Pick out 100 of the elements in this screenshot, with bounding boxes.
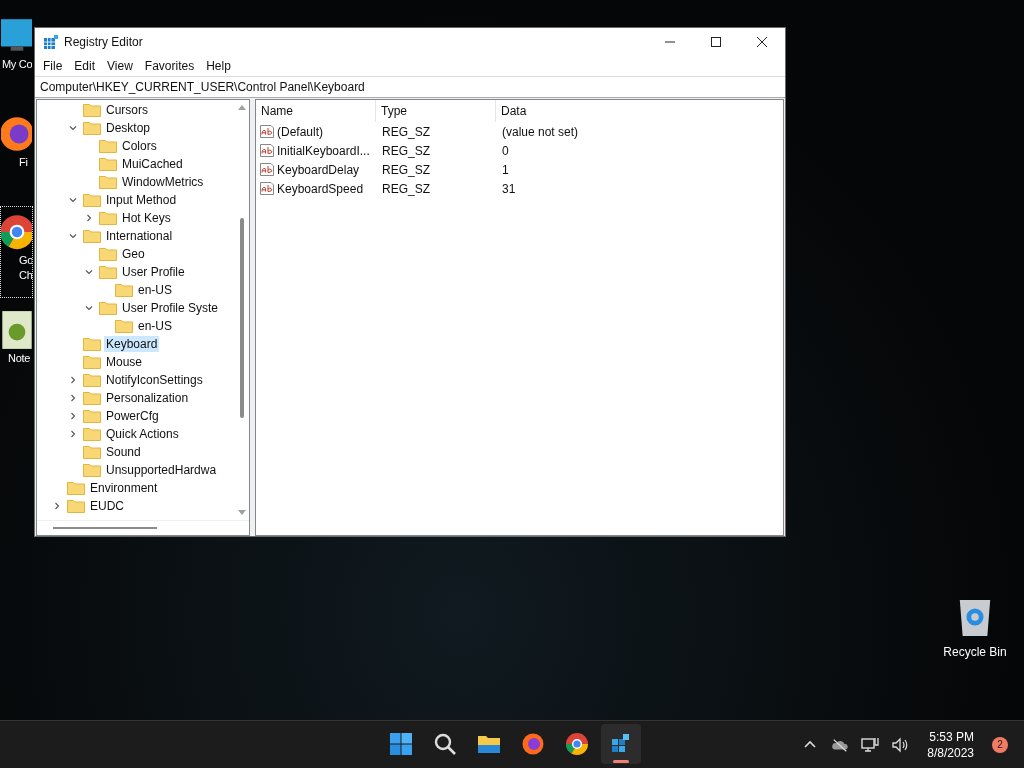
search-icon [433,732,457,756]
tree-item[interactable]: MuiCached [120,156,185,172]
folder-icon [115,283,133,297]
folder-icon [83,193,101,207]
value-name[interactable]: (Default) [277,124,323,139]
folder-icon [83,229,101,243]
tree-item[interactable]: NotifyIconSettings [104,372,205,388]
tree-item[interactable]: Mouse [104,354,145,370]
tree-item[interactable]: Colors [120,138,159,154]
value-name[interactable]: KeyboardSpeed [277,181,364,196]
tree-item[interactable]: WindowMetrics [120,174,206,190]
collapse-chevron-icon[interactable] [69,232,77,240]
folder-icon [99,265,117,279]
notification-count[interactable]: 2 [992,736,1008,753]
desktop-shortcut[interactable]: Note [0,304,33,396]
desktop-shortcut[interactable]: My Co [0,10,33,102]
folder-icon [83,445,101,459]
folder-icon [83,391,101,405]
expand-chevron-icon[interactable] [69,412,77,420]
menu-item[interactable]: Help [200,57,237,75]
tree-item[interactable]: Sound [104,444,143,460]
menu-item[interactable]: Edit [68,57,102,75]
tree-item[interactable]: Personalization [104,390,191,406]
notepad-icon [1,309,32,351]
string-value-icon [260,125,274,138]
folder-icon [83,337,101,351]
column-header[interactable]: Name [256,100,376,122]
address-field[interactable]: Computer\HKEY_CURRENT_USER\Control Panel\Keyboard [35,76,785,98]
window-title: Registry Editor [64,35,144,49]
expand-chevron-icon[interactable] [69,394,77,402]
cubes-icon [43,34,59,50]
string-value-icon [260,163,274,176]
value-name[interactable]: KeyboardDelay [277,162,360,177]
tree-item[interactable]: en-US [136,282,174,298]
tree-item[interactable]: Geo [120,246,147,262]
folder-icon [83,373,101,387]
shortcut-label: My Co [2,57,32,72]
tree-item[interactable]: Desktop [104,120,153,136]
cloud-off-icon[interactable] [831,736,850,753]
folder-icon [99,175,117,189]
table-cell-text: 0 [501,143,510,158]
desktop-shortcut[interactable]: Fi [0,108,33,200]
column-header[interactable]: Type [376,100,496,122]
folder-icon [67,499,85,513]
scroll-down-icon[interactable] [238,510,246,516]
folder-icon [83,103,101,117]
desktop-shortcut[interactable]: Recycle Bin [940,595,1010,659]
tree-item[interactable]: User Profile Syste [120,300,221,316]
windows-logo-icon [389,732,413,756]
tree-item[interactable]: Hot Keys [120,210,173,226]
tree-item[interactable]: Keyboard [104,336,160,352]
shortcut-label: Go Ch [19,253,32,283]
tree-item[interactable]: International [104,228,175,244]
string-value-icon [260,182,274,195]
folder-icon [67,481,85,495]
expand-chevron-icon[interactable] [69,376,77,384]
string-value-icon [260,144,274,157]
table-cell-text: REG_SZ [381,143,431,158]
tree-item[interactable]: User Profile [120,264,187,280]
tree-item[interactable]: PowerCfg [104,408,161,424]
menu-item[interactable]: View [101,57,139,75]
collapse-chevron-icon[interactable] [85,304,93,312]
tree-item[interactable]: Environment [88,480,160,496]
value-name[interactable]: InitialKeyboardI... [277,143,370,158]
clock[interactable]: 5:53 PM 8/8/2023 [921,728,980,761]
folder-icon [99,247,117,261]
taskbar-button[interactable] [601,724,641,764]
table-cell-text: REG_SZ [381,162,431,177]
folder-icon [83,427,101,441]
menu-item[interactable]: File [37,57,69,75]
tree-item[interactable]: Cursors [104,102,150,118]
table-cell-text: 31 [501,181,517,196]
tree-item[interactable]: UnsupportedHardwa [104,462,219,478]
expand-chevron-icon[interactable] [53,502,61,510]
folder-icon [99,139,117,153]
tree-item[interactable]: Quick Actions [104,426,181,442]
table-cell-text: REG_SZ [381,181,431,196]
network-icon[interactable] [861,736,880,753]
shortcut-label: Note [8,351,32,366]
volume-icon[interactable] [891,736,910,753]
tree-item[interactable]: en-US [136,318,174,334]
collapse-chevron-icon[interactable] [85,268,93,276]
folder-icon [83,121,101,135]
folder-icon [99,301,117,315]
shortcut-label: Fi [19,155,29,170]
tree-item[interactable]: Input Method [104,192,179,208]
expand-chevron-icon[interactable] [69,430,77,438]
collapse-chevron-icon[interactable] [69,196,77,204]
menu-item[interactable]: Favorites [138,57,201,75]
desktop-shortcut[interactable]: Go Ch [0,206,33,298]
folder-icon [99,157,117,171]
folder-icon [83,463,101,477]
collapse-chevron-icon[interactable] [69,124,77,132]
table-cell-text: REG_SZ [381,124,431,139]
browser-icon [565,732,589,756]
tree-item[interactable]: EUDC [88,498,126,514]
column-header[interactable]: Data [496,100,696,122]
shortcut-label: Recycle Bin [943,645,1007,659]
expand-chevron-icon[interactable] [85,214,93,222]
scroll-up-icon[interactable] [238,104,246,110]
